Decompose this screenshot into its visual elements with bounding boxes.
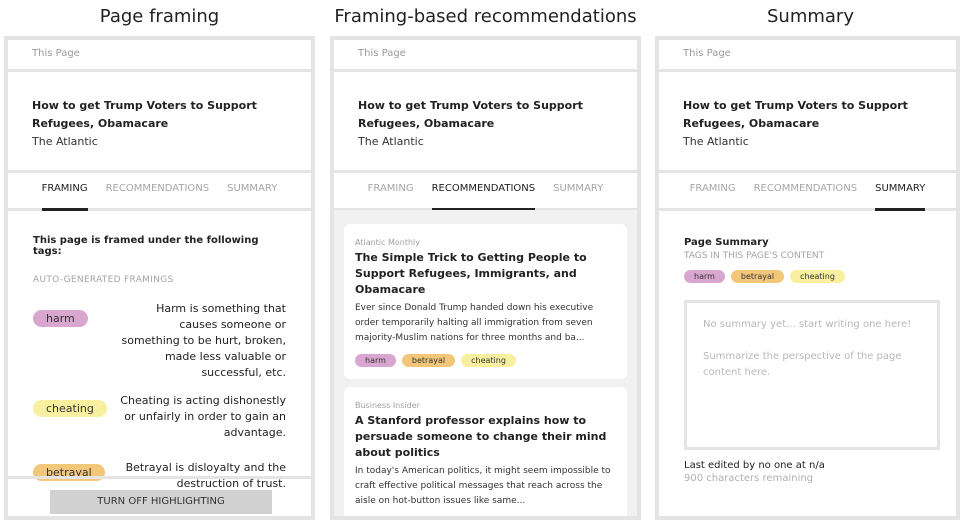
this-page-label: This Page bbox=[8, 40, 311, 72]
last-edited: Last edited by no one at n/a bbox=[684, 460, 825, 471]
framing-lead: This page is framed under the following … bbox=[33, 235, 259, 257]
rec-excerpt: Ever since Donald Trump handed down his … bbox=[355, 303, 594, 343]
recommendations-panel: This Page How to get Trump Voters to Sup… bbox=[330, 36, 641, 520]
page-source: The Atlantic bbox=[32, 135, 98, 148]
summary-textarea[interactable]: No summary yet... start writing one here… bbox=[684, 300, 940, 450]
tab-recommendations[interactable]: RECOMMENDATIONS bbox=[97, 173, 219, 208]
page-source: The Atlantic bbox=[358, 135, 424, 148]
page-source: The Atlantic bbox=[683, 135, 749, 148]
tab-recommendations[interactable]: RECOMMENDATIONS bbox=[745, 173, 867, 208]
summary-tags: harm betrayal cheating bbox=[684, 270, 931, 283]
tag-betrayal[interactable]: betrayal bbox=[401, 354, 456, 367]
framing-content: This page is framed under the following … bbox=[8, 235, 311, 492]
rec-tags: harm betrayal cheating bbox=[355, 354, 616, 367]
tab-recommendations[interactable]: RECOMMENDATIONS bbox=[423, 173, 545, 211]
recommendation-card[interactable]: Atlantic Monthly The Simple Trick to Get… bbox=[344, 224, 627, 379]
page-title: How to get Trump Voters to Support Refug… bbox=[358, 99, 583, 130]
tag-pill-harm[interactable]: harm bbox=[33, 310, 88, 327]
recommendations-list: Atlantic Monthly The Simple Trick to Get… bbox=[334, 210, 637, 516]
tab-summary[interactable]: SUMMARY bbox=[218, 173, 286, 208]
page-info: How to get Trump Voters to Support Refug… bbox=[8, 72, 311, 173]
framing-item-harm: harm Harm is something that causes someo… bbox=[33, 301, 286, 381]
tab-bar: FRAMING RECOMMENDATIONS SUMMARY bbox=[8, 173, 311, 211]
summary-content: Page Summary TAGS IN THIS PAGE'S CONTENT… bbox=[659, 237, 956, 484]
rec-source: Atlantic Monthly bbox=[355, 238, 420, 247]
rec-excerpt: In today's American politics, it might s… bbox=[355, 466, 611, 506]
definition-cheating: Cheating is acting dishonestly or unfair… bbox=[120, 394, 286, 439]
tag-harm[interactable]: harm bbox=[684, 270, 725, 283]
divider bbox=[8, 476, 311, 479]
this-page-label: This Page bbox=[659, 40, 956, 72]
tab-summary[interactable]: SUMMARY bbox=[866, 173, 934, 211]
tag-cheating[interactable]: cheating bbox=[461, 354, 516, 367]
heading-summary: Summary bbox=[767, 6, 854, 27]
tab-framing[interactable]: FRAMING bbox=[359, 173, 423, 208]
tag-cheating[interactable]: cheating bbox=[790, 270, 845, 283]
recommendation-card[interactable]: Business Insider A Stanford professor ex… bbox=[344, 387, 627, 516]
auto-framings-heading: AUTO-GENERATED FRAMINGS bbox=[33, 275, 174, 285]
rec-title[interactable]: The Simple Trick to Getting People to Su… bbox=[355, 250, 616, 298]
framing-item-cheating: cheating Cheating is acting dishonestly … bbox=[33, 393, 286, 441]
tab-framing[interactable]: FRAMING bbox=[681, 173, 745, 208]
page-info: How to get Trump Voters to Support Refug… bbox=[659, 72, 956, 173]
page-title: How to get Trump Voters to Support Refug… bbox=[32, 99, 257, 130]
tab-bar: FRAMING RECOMMENDATIONS SUMMARY bbox=[659, 173, 956, 211]
tab-summary[interactable]: SUMMARY bbox=[544, 173, 612, 208]
summary-panel: This Page How to get Trump Voters to Sup… bbox=[655, 36, 960, 520]
page-info: How to get Trump Voters to Support Refug… bbox=[334, 72, 637, 173]
tab-bar: FRAMING RECOMMENDATIONS SUMMARY bbox=[334, 173, 637, 211]
tag-betrayal[interactable]: betrayal bbox=[730, 270, 785, 283]
rec-source: Business Insider bbox=[355, 401, 420, 410]
turn-off-highlighting-button[interactable]: TURN OFF HIGHLIGHTING bbox=[50, 490, 272, 514]
page-title: How to get Trump Voters to Support Refug… bbox=[683, 99, 908, 130]
tag-harm[interactable]: harm bbox=[355, 354, 396, 367]
summary-placeholder-line2: Summarize the perspective of the page co… bbox=[703, 351, 902, 378]
summary-tags-heading: TAGS IN THIS PAGE'S CONTENT bbox=[684, 251, 825, 261]
definition-harm: Harm is something that causes someone or… bbox=[121, 302, 286, 379]
characters-remaining: 900 characters remaining bbox=[684, 473, 814, 484]
heading-page-framing: Page framing bbox=[99, 6, 220, 27]
summary-title: Page Summary bbox=[684, 237, 769, 248]
framing-panel: This Page How to get Trump Voters to Sup… bbox=[4, 36, 315, 520]
tab-framing[interactable]: FRAMING bbox=[33, 173, 97, 211]
this-page-label: This Page bbox=[334, 40, 637, 72]
heading-recommendations: Framing-based recommendations bbox=[334, 6, 637, 27]
summary-placeholder-line1: No summary yet... start writing one here… bbox=[703, 319, 912, 330]
tag-pill-cheating[interactable]: cheating bbox=[33, 400, 107, 417]
rec-title[interactable]: A Stanford professor explains how to per… bbox=[355, 413, 616, 461]
